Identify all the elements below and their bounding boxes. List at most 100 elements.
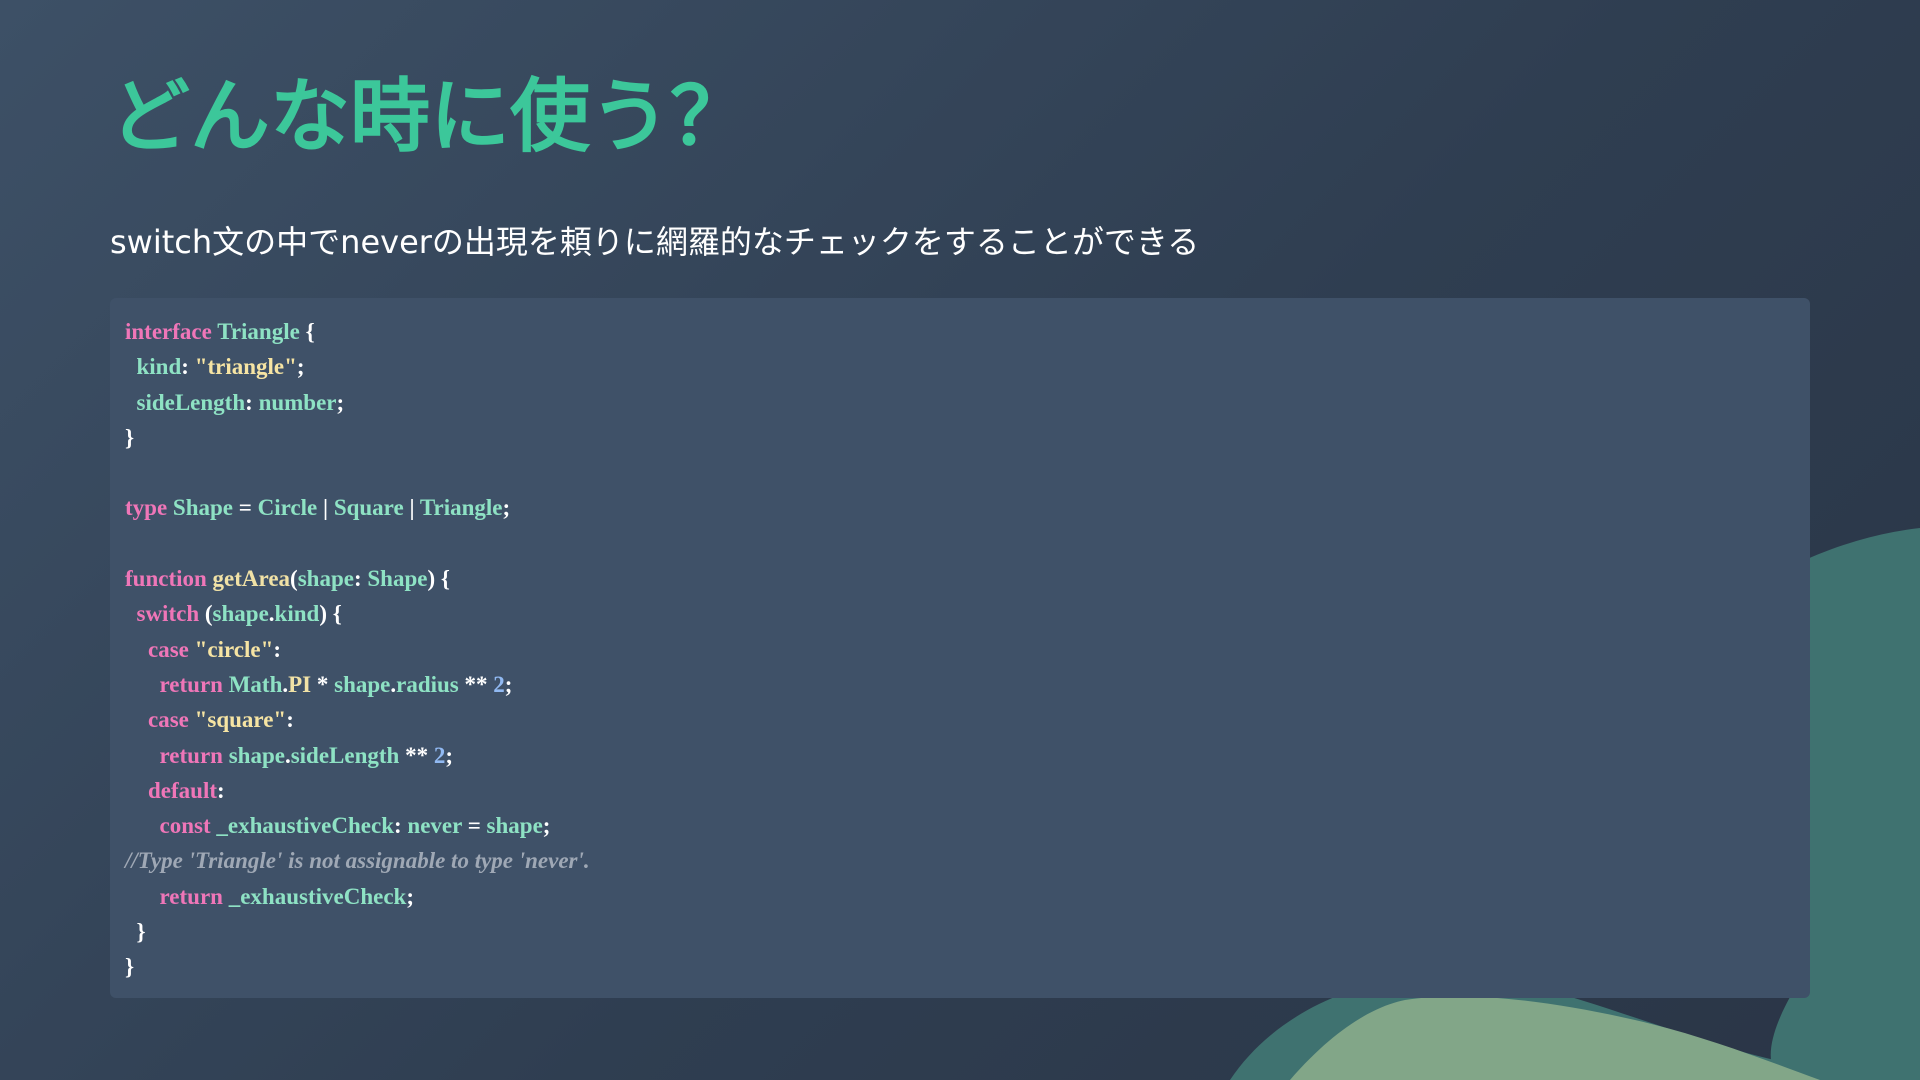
code-text: :: [273, 636, 282, 662]
code-line: }: [125, 420, 1795, 455]
code-line: case "circle":: [125, 632, 1795, 667]
code-keyword: interface: [125, 319, 212, 344]
code-keyword: return: [159, 671, 223, 697]
code-identifier: Shape: [367, 566, 428, 592]
code-identifier: Square: [333, 495, 404, 521]
code-text: :: [181, 354, 195, 380]
slide-subtitle: switch文の中でneverの出現を頼りに網羅的なチェックをすることができる: [110, 223, 1200, 261]
code-text: :: [245, 389, 259, 415]
code-identifier: radius: [396, 671, 459, 697]
code-identifier: Shape: [172, 495, 234, 521]
code-keyword: function: [125, 566, 207, 592]
code-text: :: [394, 813, 408, 839]
code-line: default:: [125, 773, 1795, 808]
code-text: ;: [504, 671, 513, 697]
code-text: ;: [336, 389, 345, 415]
code-identifier: never: [407, 813, 462, 839]
code-keyword: default: [148, 777, 217, 803]
code-keyword: switch: [136, 601, 200, 627]
code-line: return Math.PI * shape.radius ** 2;: [125, 667, 1795, 702]
code-identifier: Triangle: [419, 495, 503, 521]
code-identifier: sideLength: [136, 389, 246, 415]
code-identifier: Circle: [257, 495, 318, 521]
code-keyword: case: [148, 707, 189, 733]
code-identifier: number: [258, 389, 337, 415]
code-identifier: kind: [274, 601, 320, 627]
code-keyword: const: [159, 813, 211, 839]
code-text: **: [399, 742, 434, 768]
code-line: //Type 'Triangle' is not assignable to t…: [125, 843, 1795, 878]
code-text: ;: [445, 742, 454, 768]
code-line: case "square":: [125, 702, 1795, 737]
code-identifier: kind: [136, 354, 182, 380]
code-line: kind: "triangle";: [125, 349, 1795, 384]
code-string: "square": [194, 707, 287, 733]
code-text: ;: [296, 354, 305, 380]
code-identifier: shape: [297, 566, 354, 592]
code-keyword: case: [148, 636, 189, 662]
code-text: =: [233, 495, 258, 521]
code-text: :: [353, 566, 368, 592]
code-text: ;: [502, 495, 511, 521]
code-line: return shape.sideLength ** 2;: [125, 738, 1795, 773]
code-identifier: shape: [212, 601, 269, 627]
code-number: 2: [433, 742, 446, 768]
code-text: ;: [406, 883, 414, 909]
code-line: const _exhaustiveCheck: never = shape;: [125, 808, 1795, 843]
code-text: ;: [542, 813, 551, 839]
code-text: }: [125, 919, 146, 945]
code-identifier: _exhaustiveCheck: [228, 883, 407, 909]
code-text: =: [461, 813, 487, 839]
code-text: |: [317, 495, 334, 521]
code-line: }: [125, 949, 1795, 984]
code-line: return _exhaustiveCheck;: [125, 879, 1795, 914]
code-identifier: shape: [228, 742, 285, 768]
code-text: **: [458, 671, 494, 697]
code-keyword: type: [125, 495, 168, 521]
code-identifier: _exhaustiveCheck: [216, 813, 394, 839]
code-text: }: [125, 424, 135, 450]
code-line: function getArea(shape: Shape) {: [125, 561, 1795, 596]
code-text: {: [299, 319, 315, 344]
code-text: ) {: [427, 566, 450, 592]
code-text: |: [403, 495, 420, 521]
code-line: sideLength: number;: [125, 385, 1795, 420]
code-identifier: shape: [334, 671, 391, 697]
code-lines: interface Triangle { kind: "triangle"; s…: [125, 314, 1795, 985]
code-identifier: Math: [228, 671, 283, 697]
code-identifier: Triangle: [217, 319, 300, 344]
code-text: :: [217, 777, 225, 803]
code-identifier: shape: [486, 813, 543, 839]
code-line: }: [125, 914, 1795, 949]
code-text: }: [125, 954, 135, 980]
code-block: interface Triangle { kind: "triangle"; s…: [110, 298, 1810, 998]
code-function: PI: [288, 671, 312, 697]
code-string: "triangle": [194, 354, 297, 380]
code-line: interface Triangle {: [125, 314, 1795, 349]
code-comment: //Type 'Triangle' is not assignable to t…: [125, 848, 590, 874]
sage-hill-shape: [1290, 996, 1820, 1080]
code-text: (: [290, 566, 298, 592]
code-text: *: [311, 671, 335, 697]
code-keyword: return: [159, 742, 223, 768]
code-function: getArea: [212, 566, 291, 592]
code-text: (: [199, 601, 213, 627]
code-text: ) {: [319, 601, 342, 627]
code-string: "circle": [194, 636, 274, 662]
slide-title: どんな時に使う？: [110, 70, 750, 163]
code-line: switch (shape.kind) {: [125, 596, 1795, 631]
code-identifier: sideLength: [290, 742, 400, 768]
code-number: 2: [493, 671, 505, 697]
